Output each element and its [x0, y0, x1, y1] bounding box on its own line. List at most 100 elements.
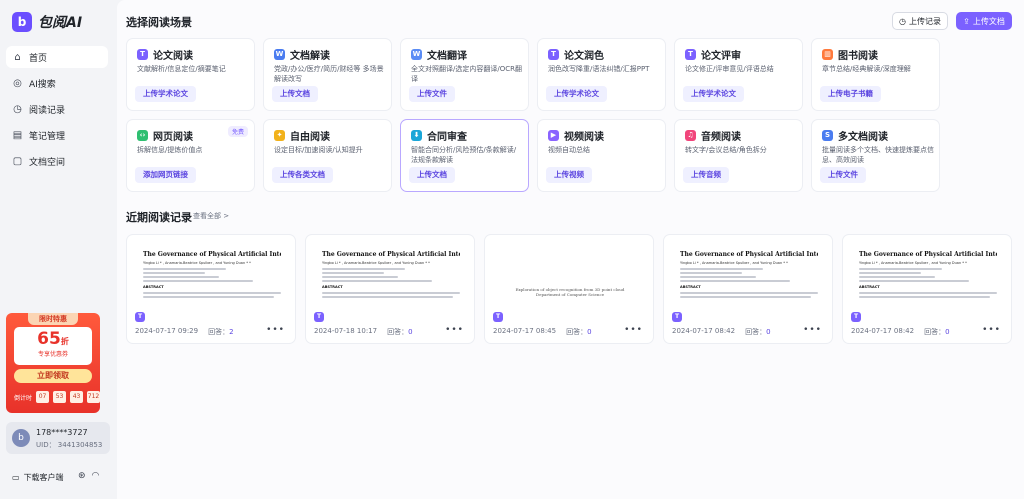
scene-upload-button[interactable]: 上传文件 — [409, 86, 455, 102]
scene-description: 全文对照翻译/选定内容翻译/OCR翻译 — [411, 65, 522, 83]
scene-description: 视频自动总结 — [548, 146, 590, 154]
user-card[interactable]: b 178****3727 UID： 3441304853 — [6, 422, 110, 454]
scene-upload-button[interactable]: 上传学术论文 — [683, 86, 744, 102]
sidebar-item-3[interactable]: ▤ 笔记管理 — [6, 124, 108, 146]
more-options-icon[interactable]: ••• — [266, 325, 285, 335]
promo-tag: 限时特惠 — [28, 313, 78, 325]
doc-preview-section: ABSTRACT — [859, 285, 880, 289]
doc-preview-center: Exploration of object recognition from 3… — [501, 251, 639, 297]
page-title: 选择阅读场景 — [126, 16, 192, 29]
scene-icon: ‹› — [137, 130, 148, 141]
scene-card[interactable]: W 文档翻译全文对照翻译/选定内容翻译/OCR翻译 上传文件 — [400, 38, 529, 111]
monitor-icon: ▭ — [12, 473, 20, 482]
answers-label: 回答： — [924, 328, 946, 336]
claim-button[interactable]: 立即领取 — [14, 369, 92, 383]
scene-description: 文献解析/信息定位/摘要笔记 — [137, 65, 226, 73]
sidebar-item-1[interactable]: ◎ AI搜索 — [6, 72, 108, 94]
scene-card[interactable]: ▶ 视频阅读视频自动总结上传视频 — [537, 119, 666, 192]
scene-description: 智能合同分析/风险预估/条款解读/法规条款解读 — [411, 146, 517, 164]
text-line — [322, 296, 454, 298]
scene-header: W 文档翻译 — [411, 47, 467, 62]
sidebar-item-2[interactable]: ◷ 阅读记录 — [6, 98, 108, 120]
doc-preview-lines — [322, 268, 460, 282]
text-line — [680, 268, 763, 270]
scene-card[interactable]: ✦ 自由阅读 设定目标/加速阅读/认知提升 上传各类文档 — [263, 119, 392, 192]
view-all-link[interactable]: 查看全部 > — [193, 211, 229, 221]
doc-date: 2024-07-17 08:42 — [672, 327, 736, 335]
text-line — [143, 292, 281, 294]
scene-header: ▶ 视频阅读 — [548, 128, 604, 143]
doc-preview: The Governance of Physical Artificial In… — [127, 235, 295, 307]
download-label: 下载客户端 — [23, 473, 64, 482]
scene-description: 设定目标/加速阅读/认知提升 — [274, 146, 363, 154]
doc-preview-lines — [859, 292, 997, 298]
recent-doc-card[interactable]: The Governance of Physical Artificial In… — [842, 234, 1012, 344]
scene-card[interactable]: T 论文阅读 文献解析/信息定位/摘要笔记 上传学术论文 — [126, 38, 255, 111]
scene-card[interactable]: ⬇ 合同审查 智能合同分析/风险预估/条款解读/法规条款解读 上传文档 — [400, 119, 529, 192]
countdown-minutes: 53 — [53, 391, 67, 403]
sidebar-item-4[interactable]: ▢ 文档空间 — [6, 150, 108, 172]
scene-upload-button[interactable]: 上传音频 — [683, 167, 729, 183]
scene-upload-button[interactable]: 上传各类文档 — [272, 167, 333, 183]
scene-icon: W — [411, 49, 422, 60]
logo[interactable]: b 包阅AI — [12, 12, 82, 32]
recent-doc-card[interactable]: The Governance of Physical Artificial In… — [305, 234, 475, 344]
main-content: 选择阅读场景 ◷ 上传记录 ⇪ 上传文档 T 论文阅读 文献解析/信息定位/摘要笔记… — [117, 0, 1024, 499]
doc-date: 2024-07-18 10:17 — [314, 327, 378, 335]
scene-upload-button[interactable]: 添加网页链接 — [135, 167, 196, 183]
scene-upload-button[interactable]: 上传学术论文 — [135, 86, 196, 102]
community-icon[interactable]: ⊛ — [78, 471, 86, 481]
promo-coupon: 65折 专享优惠券 — [14, 327, 92, 365]
doc-preview-lines — [680, 268, 818, 282]
answers-count: 2 — [229, 328, 234, 336]
more-options-icon[interactable]: ••• — [803, 325, 822, 335]
text-line — [322, 268, 405, 270]
scene-card[interactable]: ‹› 网页阅读 免费 拆解信息/提炼价值点 添加网页链接 — [126, 119, 255, 192]
scene-card[interactable]: W 文档解读 党政/办公/医疗/简历/财经等 多场景解读改写 上传文档 — [263, 38, 392, 111]
doc-meta: 2024-07-17 08:42 回答：0 — [672, 327, 771, 337]
scene-upload-button[interactable]: 上传电子书籍 — [820, 86, 881, 102]
doc-meta: 2024-07-17 08:45 回答：0 — [493, 327, 592, 337]
more-options-icon[interactable]: ••• — [982, 325, 1001, 335]
recent-doc-card[interactable]: The Governance of Physical Artificial In… — [126, 234, 296, 344]
upload-record-button[interactable]: ◷ 上传记录 — [892, 12, 948, 30]
scene-card[interactable]: T 论文润色 润色改写降重/语法纠错/汇报PPT 上传学术论文 — [537, 38, 666, 111]
download-client-link[interactable]: ▭ 下载客户端 — [12, 472, 64, 483]
doc-preview: The Governance of Physical Artificial In… — [664, 235, 832, 307]
scene-upload-button[interactable]: 上传视频 — [546, 167, 592, 183]
sidebar-item-label: 阅读记录 — [29, 105, 66, 116]
scene-upload-button[interactable]: 上传文档 — [272, 86, 318, 102]
more-options-icon[interactable]: ••• — [624, 325, 643, 335]
doc-preview-authors: Yingbo Li * , Anamaria-Beatrice Spulber … — [143, 261, 251, 265]
recent-docs: The Governance of Physical Artificial In… — [126, 234, 1012, 344]
scene-upload-button[interactable]: 上传学术论文 — [546, 86, 607, 102]
scene-description: 转文字/会议总结/角色拆分 — [685, 146, 767, 154]
scene-upload-button[interactable]: 上传文件 — [820, 167, 866, 183]
sidebar-item-0[interactable]: ⌂ 首页 — [6, 46, 108, 68]
upload-document-button[interactable]: ⇪ 上传文档 — [956, 12, 1012, 30]
answers-count: 0 — [408, 328, 413, 336]
scene-card[interactable]: S 多文档阅读 批量阅读多个文档、快速提炼要点信息、高效阅读 上传文件 — [811, 119, 940, 192]
headset-icon[interactable]: ◠ — [92, 471, 100, 481]
recent-doc-card[interactable]: Exploration of object recognition from 3… — [484, 234, 654, 344]
more-options-icon[interactable]: ••• — [445, 325, 464, 335]
scene-card[interactable]: ♫ 音频阅读 转文字/会议总结/角色拆分 上传音频 — [674, 119, 803, 192]
scene-header: W 文档解读 — [274, 47, 330, 62]
text-line — [322, 292, 460, 294]
doc-preview-title: The Governance of Physical Artificial In… — [680, 251, 818, 258]
scene-upload-button[interactable]: 上传文档 — [409, 167, 455, 183]
promo-card[interactable]: 限时特惠 65折 专享优惠券 立即领取 倒计时 07 53 43 712 — [6, 313, 100, 413]
user-phone: 178****3727 — [36, 428, 88, 437]
scene-title: 网页阅读 — [153, 132, 193, 143]
recent-doc-card[interactable]: The Governance of Physical Artificial In… — [663, 234, 833, 344]
scene-title: 音频阅读 — [701, 132, 741, 143]
scene-grid: T 论文阅读 文献解析/信息定位/摘要笔记 上传学术论文 W 文档解读 党政/办公/医疗/简… — [126, 38, 1006, 192]
answers-label: 回答： — [566, 328, 588, 336]
avatar: b — [12, 429, 30, 447]
scene-card[interactable]: ▥ 图书阅读 章节总结/经典解读/深度理解 上传电子书籍 — [811, 38, 940, 111]
scene-icon: ▶ — [548, 130, 559, 141]
free-badge: 免费 — [227, 126, 248, 137]
scene-card[interactable]: T 论文评审 论文修正/评审意见/评语总结 上传学术论文 — [674, 38, 803, 111]
doc-answers: 回答：0 — [745, 327, 770, 337]
scene-title: 合同审查 — [427, 132, 467, 143]
